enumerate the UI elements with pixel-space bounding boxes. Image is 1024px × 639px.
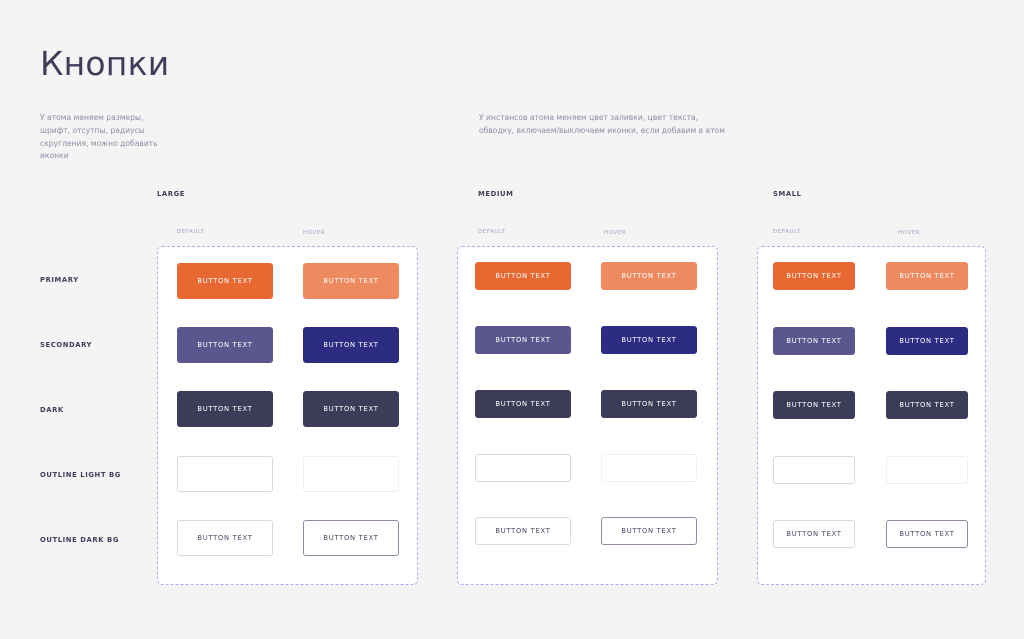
row-label-secondary: SECONDARY <box>40 341 93 349</box>
button-large-outline-dark-hover[interactable]: BUTTON TEXT <box>303 520 399 556</box>
button-small-outline-light-hover[interactable]: BUTTON TEXT <box>886 456 968 484</box>
button-medium-secondary-default[interactable]: BUTTON TEXT <box>475 326 571 354</box>
button-large-dark-default[interactable]: BUTTON TEXT <box>177 391 273 427</box>
button-large-outline-light-hover[interactable]: BUTTON TEXT <box>303 456 399 492</box>
button-large-primary-hover[interactable]: BUTTON TEXT <box>303 263 399 299</box>
button-medium-primary-default[interactable]: BUTTON TEXT <box>475 262 571 290</box>
button-small-secondary-default[interactable]: BUTTON TEXT <box>773 327 855 355</box>
row-label-dark: DARK <box>40 406 64 414</box>
page-title: Кнопки <box>40 44 170 83</box>
button-medium-outline-dark-hover[interactable]: BUTTON TEXT <box>601 517 697 545</box>
button-small-secondary-hover[interactable]: BUTTON TEXT <box>886 327 968 355</box>
button-medium-dark-default[interactable]: BUTTON TEXT <box>475 390 571 418</box>
row-label-outline-light: OUTLINE LIGHT BG <box>40 471 121 479</box>
button-small-dark-hover[interactable]: BUTTON TEXT <box>886 391 968 419</box>
button-large-dark-hover[interactable]: BUTTON TEXT <box>303 391 399 427</box>
state-label-hover: HOVER <box>604 230 627 236</box>
row-label-primary: PRIMARY <box>40 276 79 284</box>
state-label-default: DEFAULT <box>478 229 506 235</box>
button-small-outline-light-default[interactable]: BUTTON TEXT <box>773 456 855 484</box>
button-medium-secondary-hover[interactable]: BUTTON TEXT <box>601 326 697 354</box>
button-medium-dark-hover[interactable]: BUTTON TEXT <box>601 390 697 418</box>
button-small-primary-hover[interactable]: BUTTON TEXT <box>886 262 968 290</box>
button-medium-outline-dark-default[interactable]: BUTTON TEXT <box>475 517 571 545</box>
instances-description: У инстансов атома меняем цвет заливки, ц… <box>479 113 725 135</box>
button-large-secondary-default[interactable]: BUTTON TEXT <box>177 327 273 363</box>
button-medium-outline-light-default[interactable]: BUTTON TEXT <box>475 454 571 482</box>
state-label-hover: HOVER <box>303 230 326 236</box>
button-large-outline-light-default[interactable]: BUTTON TEXT <box>177 456 273 492</box>
button-small-outline-dark-hover[interactable]: BUTTON TEXT <box>886 520 968 548</box>
state-label-default: DEFAULT <box>177 229 205 235</box>
button-small-dark-default[interactable]: BUTTON TEXT <box>773 391 855 419</box>
row-label-outline-dark: OUTLINE DARK BG <box>40 536 120 544</box>
size-label-large: LARGE <box>157 190 186 198</box>
button-large-primary-default[interactable]: BUTTON TEXT <box>177 263 273 299</box>
button-medium-primary-hover[interactable]: BUTTON TEXT <box>601 262 697 290</box>
button-large-secondary-hover[interactable]: BUTTON TEXT <box>303 327 399 363</box>
button-small-primary-default[interactable]: BUTTON TEXT <box>773 262 855 290</box>
button-medium-outline-light-hover[interactable]: BUTTON TEXT <box>601 454 697 482</box>
button-large-outline-dark-default[interactable]: BUTTON TEXT <box>177 520 273 556</box>
state-label-default: DEFAULT <box>773 229 801 235</box>
state-label-hover: HOVER <box>898 230 921 236</box>
button-small-outline-dark-default[interactable]: BUTTON TEXT <box>773 520 855 548</box>
size-label-medium: MEDIUM <box>478 190 514 198</box>
size-label-small: SMALL <box>773 190 802 198</box>
atom-description: У атома меняем размеры, шрифт, отсутпы, … <box>40 113 158 161</box>
